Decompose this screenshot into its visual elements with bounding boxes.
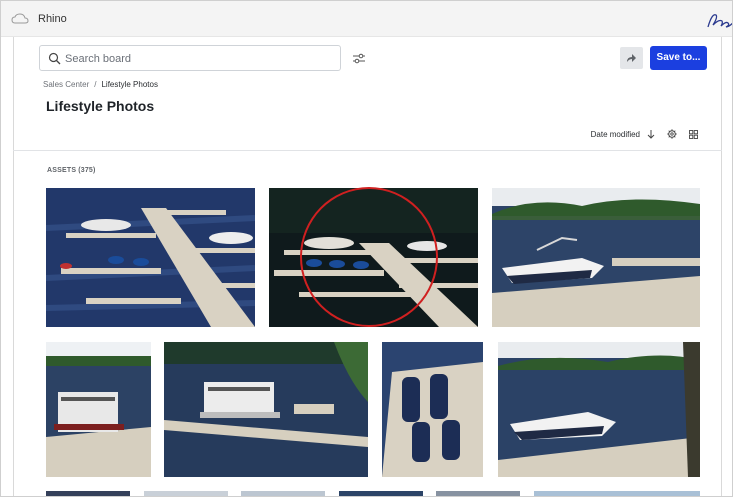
search-box[interactable] [39,45,341,71]
asset-thumbnail-row3-1[interactable] [46,491,130,496]
marina-aerial-image [46,188,255,327]
asset-thumbnail-row3-4[interactable] [339,491,423,496]
breadcrumb-current: Lifestyle Photos [101,80,158,89]
asset-thumbnail-row3-2[interactable] [144,491,228,496]
jetski-ports-image [382,342,483,477]
breadcrumb-parent-link[interactable]: Sales Center [43,80,89,89]
save-to-button[interactable]: Save to... [650,46,707,70]
pontoon-dock-image [46,342,151,477]
sort-bar: Date modified [591,128,698,140]
app-name: Rhino [38,13,67,25]
settings-icon[interactable] [667,129,677,139]
search-input[interactable] [65,50,330,68]
selection-highlight-circle [300,187,438,327]
breadcrumb-separator: / [94,80,97,89]
asset-thumbnail-row3-5[interactable] [436,491,520,496]
asset-thumbnail-row3-6[interactable] [534,491,700,496]
breadcrumb: Sales Center / Lifestyle Photos [43,80,158,89]
assets-label: ASSETS [47,167,77,174]
speedboat-dock-image [492,188,700,327]
title-bar: Rhino [1,1,732,37]
assets-heading: ASSETS (375) [47,167,96,174]
assets-count: (375) [78,167,96,174]
asset-thumbnail-pontoon-dock[interactable] [46,342,151,477]
grid-view-icon[interactable] [689,129,698,139]
cloud-icon [11,13,29,24]
right-rule [721,37,722,496]
asset-thumbnail-marina-aerial[interactable] [46,188,255,327]
asset-thumbnail-row3-3[interactable] [241,491,325,496]
asset-thumbnail-pontoon-lake[interactable] [164,342,368,477]
share-icon [627,54,636,62]
app-window: Rhino Save to... Sales Center / Lifestyle … [0,0,733,497]
search-icon [48,52,61,65]
bowrider-dock-image [498,342,700,477]
pontoon-lake-image [164,342,368,477]
left-rule [13,37,14,496]
signature-logo-icon [707,14,732,28]
asset-thumbnail-speedboat-dock[interactable] [492,188,700,327]
filter-icon[interactable] [352,52,366,65]
asset-thumbnail-jetski-ports[interactable] [382,342,483,477]
page-title: Lifestyle Photos [46,98,155,114]
sort-down-icon[interactable] [647,129,655,139]
header-divider [13,150,722,151]
asset-thumbnail-bowrider-dock[interactable] [498,342,700,477]
share-button[interactable] [620,47,643,69]
sort-dropdown[interactable]: Date modified [591,130,640,139]
